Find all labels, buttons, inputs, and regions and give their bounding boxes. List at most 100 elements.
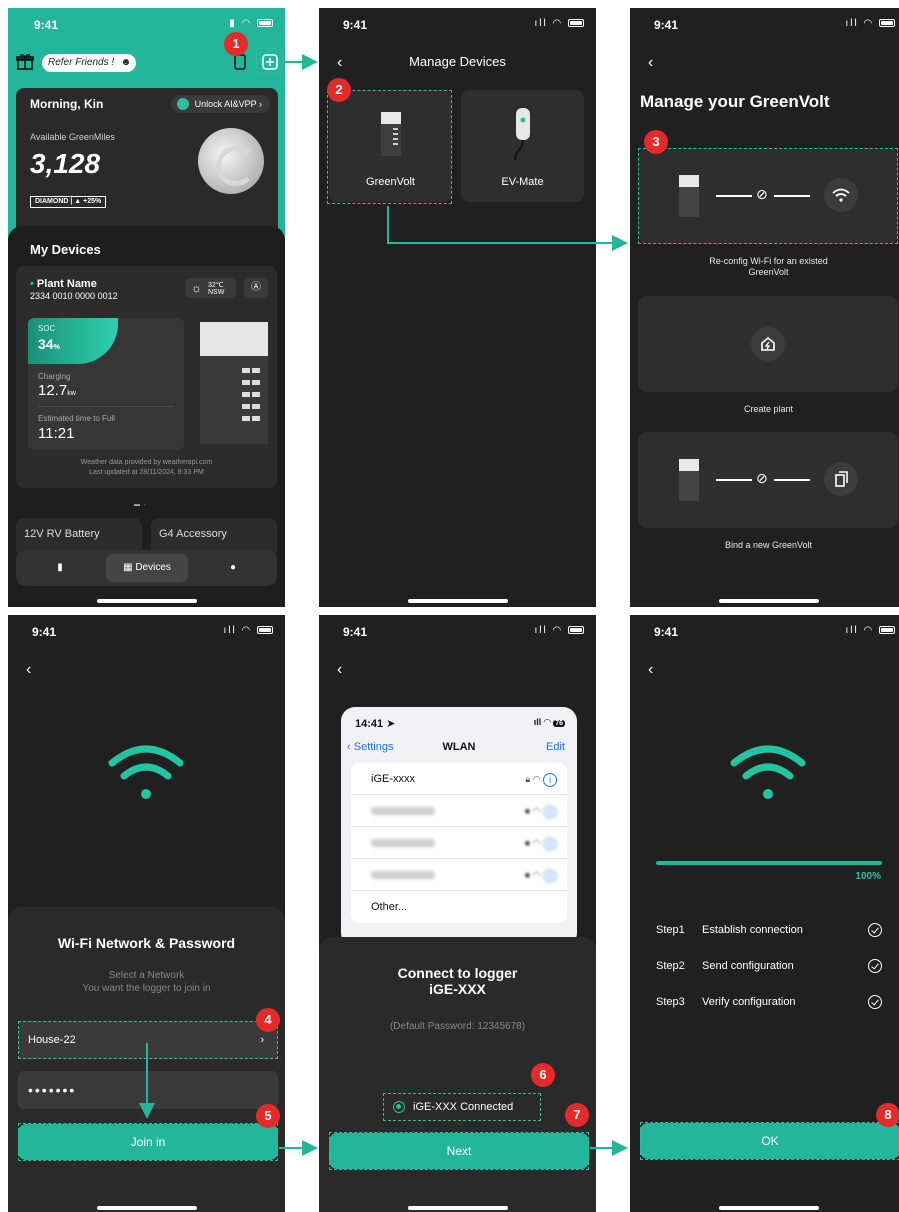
navigate-icon[interactable]: Ⓐ bbox=[244, 278, 268, 298]
highlight-greenvolt bbox=[327, 90, 452, 204]
greenmiles-card[interactable]: Morning, Kin Unlock AI&VPP › Available G… bbox=[16, 88, 278, 238]
blurred-network bbox=[371, 807, 435, 816]
home-plus-icon bbox=[751, 327, 785, 361]
lock-wifi-info-icon: ■ ◠ i bbox=[525, 827, 557, 859]
back-icon[interactable]: ‹ bbox=[648, 54, 653, 72]
status-time: 9:41 bbox=[654, 18, 679, 32]
blurred-network bbox=[371, 871, 435, 880]
screen-config-progress: 9:41 ıll ◠ ‹ 100% Step1 Establish connec… bbox=[630, 615, 899, 1212]
list-item[interactable]: ■ ◠ i bbox=[351, 827, 567, 859]
default-password: (Default Password: 12345678) bbox=[389, 1021, 526, 1032]
list-item[interactable]: ■ ◠ i bbox=[351, 859, 567, 891]
status-icons: ıll ◠ bbox=[845, 18, 895, 29]
step-badge-6: 6 bbox=[531, 1063, 555, 1087]
greenvolt-logo-icon bbox=[198, 128, 264, 194]
home-indicator bbox=[718, 599, 819, 603]
step-row: Step1 Establish connection bbox=[656, 923, 882, 940]
blurred-network bbox=[371, 839, 435, 848]
ios-wlan-title: WLAN bbox=[442, 741, 476, 753]
battery-icon bbox=[879, 626, 895, 635]
page-title: Manage Devices bbox=[409, 54, 506, 69]
weather-region: NSW bbox=[208, 289, 225, 296]
tier-badge: DIAMOND | ▲ +25% bbox=[30, 196, 107, 208]
ios-edit[interactable]: Edit bbox=[546, 741, 565, 753]
status-time: 9:41 bbox=[343, 625, 368, 639]
wifi-form-sheet: Wi-Fi Network & Password Select a Networ… bbox=[8, 907, 285, 1212]
status-time: 9:41 bbox=[343, 18, 368, 32]
ios-status-icons: ıll ◠ 76 bbox=[533, 717, 565, 727]
step-number: Step3 bbox=[656, 996, 685, 1008]
battery-device-image bbox=[200, 322, 268, 444]
list-item[interactable]: ■ ◠ i bbox=[351, 795, 567, 827]
page-indicator: ▬ · bbox=[134, 502, 147, 508]
screen-connect-logger: 9:41 ıll ◠ ‹ 14:41 ➤ ıll ◠ 76 ‹ Settings… bbox=[319, 615, 596, 1212]
divider bbox=[38, 406, 174, 407]
status-time: 9:41 bbox=[34, 18, 59, 32]
list-item-other[interactable]: Other... bbox=[351, 891, 567, 923]
tab-charger[interactable]: ▮ bbox=[20, 554, 100, 582]
highlight-add-device bbox=[256, 48, 282, 74]
status-icons: ıll ◠ bbox=[534, 625, 584, 636]
home-indicator bbox=[718, 1206, 819, 1210]
my-devices-panel: My Devices • Plant Name 2334 0010 0000 0… bbox=[8, 226, 285, 607]
status-bar: 9:41 ıll ◠ bbox=[319, 8, 596, 38]
list-item[interactable]: iGE-xxxx 🔒︎ ◠ i bbox=[351, 763, 567, 795]
charger-icon: ▮ bbox=[57, 562, 63, 573]
plant-serial: 2334 0010 0000 0012 bbox=[30, 291, 118, 301]
weather-temp: 32℃ bbox=[208, 282, 224, 289]
device-tile-ev-mate[interactable]: EV-Mate bbox=[461, 90, 584, 202]
charging-value: 12.7kw bbox=[38, 382, 76, 399]
soc-value: 34% bbox=[38, 336, 60, 352]
charging-label: Charging bbox=[38, 372, 71, 381]
home-indicator bbox=[407, 599, 508, 603]
screen-manage-devices: 9:41 ıll ◠ ‹ Manage Devices 2 GreenVolt … bbox=[319, 8, 596, 607]
back-icon[interactable]: ‹ bbox=[26, 661, 31, 679]
step-badge-1: 1 bbox=[224, 32, 248, 56]
back-icon[interactable]: ‹ bbox=[337, 661, 342, 679]
status-time: 9:41 bbox=[32, 625, 57, 639]
option-bind-greenvolt[interactable]: ⊘ bbox=[638, 432, 898, 528]
weather-note: Weather data provided by weatherapi.com … bbox=[80, 459, 213, 476]
status-icons: ıll ◠ bbox=[223, 625, 273, 636]
step-row: Step3 Verify configuration bbox=[656, 995, 882, 1012]
step-text: Establish connection bbox=[702, 924, 803, 936]
status-icons: ıll ◠ bbox=[534, 18, 584, 29]
gift-icon bbox=[16, 54, 34, 70]
network-name: iGE-xxxx bbox=[371, 773, 415, 785]
ios-wlan-screenshot: 14:41 ➤ ıll ◠ 76 ‹ Settings WLAN Edit iG… bbox=[341, 707, 577, 947]
tab-profile[interactable]: ● bbox=[194, 554, 272, 582]
password-field[interactable]: ••••••• bbox=[18, 1071, 278, 1109]
highlight-ok bbox=[640, 1122, 899, 1160]
greeting: Morning, Kin bbox=[30, 97, 104, 111]
weather-chip: ☼ 32℃ NSW bbox=[186, 278, 236, 298]
eta-value: 11:21 bbox=[38, 425, 75, 442]
progress-fill bbox=[656, 861, 882, 865]
home-indicator bbox=[96, 1206, 197, 1210]
battery-icon bbox=[568, 19, 584, 28]
step-text: Send configuration bbox=[702, 960, 794, 972]
status-time: 9:41 bbox=[654, 625, 679, 639]
refer-friends-button[interactable]: Refer Friends ! ☻ bbox=[42, 54, 137, 72]
step-row: Step2 Send configuration bbox=[656, 959, 882, 976]
step-number: Step2 bbox=[656, 960, 685, 972]
lock-wifi-info-icon: ■ ◠ i bbox=[525, 859, 557, 891]
home-indicator bbox=[96, 599, 197, 603]
connector-line bbox=[716, 479, 752, 481]
back-icon[interactable]: ‹ bbox=[648, 661, 653, 679]
plant-card[interactable]: • Plant Name 2334 0010 0000 0012 ☼ 32℃ N… bbox=[16, 266, 277, 488]
battery-icon bbox=[257, 626, 273, 635]
user-icon: ● bbox=[229, 562, 237, 573]
option-reconfig-label: Re-config Wi-Fi for an existed GreenVolt bbox=[709, 256, 828, 277]
tab-devices-label: Devices bbox=[135, 562, 171, 573]
battery-stats: SOC 34% Charging 12.7kw Estimated time t… bbox=[28, 318, 184, 450]
ios-time: 14:41 ➤ bbox=[355, 718, 396, 730]
option-create-plant[interactable] bbox=[638, 296, 898, 392]
tab-devices[interactable]: ▦ Devices bbox=[106, 554, 188, 582]
phone-icon[interactable] bbox=[234, 54, 246, 70]
sun-icon: ☼ bbox=[191, 281, 202, 295]
battery-icon bbox=[257, 19, 273, 28]
unlock-ai-vpp-button[interactable]: Unlock AI&VPP › bbox=[170, 95, 270, 113]
link-icon: ⊘ bbox=[756, 470, 768, 486]
greenmiles-label: Available GreenMiles bbox=[30, 132, 115, 142]
lock-wifi-info-icon: ■ ◠ i bbox=[525, 795, 557, 827]
